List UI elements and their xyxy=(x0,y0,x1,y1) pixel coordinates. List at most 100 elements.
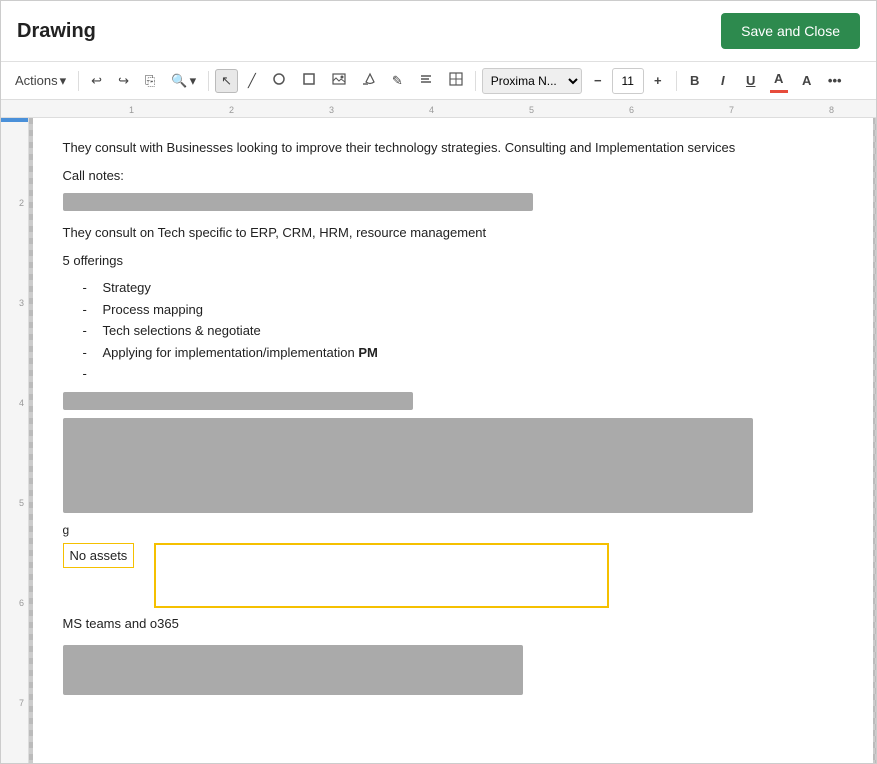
no-assets-badge: No assets xyxy=(63,543,135,569)
save-close-button[interactable]: Save and Close xyxy=(721,13,860,49)
window-title: Drawing xyxy=(17,20,96,43)
zoom-arrow: ▾ xyxy=(190,73,197,89)
rect-icon xyxy=(302,72,316,89)
redacted-bar-3 xyxy=(63,418,753,513)
title-bar: Drawing Save and Close xyxy=(1,1,876,62)
redacted-bar-1 xyxy=(63,193,533,211)
horizontal-ruler: 1 2 3 4 5 6 7 8 xyxy=(1,100,876,118)
main-area: 2 3 4 5 6 7 They consult with Businesses… xyxy=(1,118,876,763)
drawing-window: Drawing Save and Close Actions ▾ ↩ ↪ ⎘ 🔍… xyxy=(0,0,877,764)
toolbar-divider-1 xyxy=(78,71,79,91)
drawing-canvas: They consult with Businesses looking to … xyxy=(33,118,873,763)
underline-button[interactable]: U xyxy=(739,68,763,94)
yellow-bordered-box xyxy=(154,543,609,608)
ruler-mark-4: 4 xyxy=(429,105,434,115)
redo-button[interactable]: ↪ xyxy=(112,69,135,93)
offering-dash-3: - xyxy=(83,321,93,341)
text-color-button[interactable]: A xyxy=(767,68,791,94)
ruler-mark-5: 5 xyxy=(529,105,534,115)
more-options-button[interactable]: ••• xyxy=(823,68,847,94)
offering-item-4: - Applying for implementation/implementa… xyxy=(83,343,843,363)
offering-label-1: Strategy xyxy=(103,278,151,298)
image-tool-button[interactable] xyxy=(326,68,352,93)
toolbar-divider-4 xyxy=(676,71,677,91)
redo-icon: ↪ xyxy=(118,73,129,89)
v-ruler-mark-4: 4 xyxy=(19,398,24,408)
no-assets-row: No assets xyxy=(63,543,843,608)
rect-tool-button[interactable] xyxy=(296,68,322,93)
align-tool-button[interactable] xyxy=(413,68,439,93)
font-size-control: − + xyxy=(586,68,670,94)
ruler-highlight xyxy=(1,118,28,122)
ruler-marks: 1 2 3 4 5 6 7 8 xyxy=(29,100,876,117)
offering-label-3: Tech selections & negotiate xyxy=(103,321,261,341)
fill-tool-button[interactable] xyxy=(356,68,382,93)
canvas-content: They consult with Businesses looking to … xyxy=(33,118,873,723)
select-icon: ↖ xyxy=(221,73,232,89)
v-ruler-mark-5: 5 xyxy=(19,498,24,508)
paragraph-1: They consult with Businesses looking to … xyxy=(63,138,843,158)
toolbar: Actions ▾ ↩ ↪ ⎘ 🔍 ▾ ↖ ╱ xyxy=(1,62,876,100)
actions-menu-button[interactable]: Actions ▾ xyxy=(9,69,72,93)
offering-label-4: Applying for implementation/implementati… xyxy=(103,343,378,363)
font-size-input[interactable] xyxy=(612,68,644,94)
ms-teams-label: MS teams and o365 xyxy=(63,614,843,634)
undo-button[interactable]: ↩ xyxy=(85,69,108,93)
offerings-section: 5 offerings - Strategy - Process mapping… xyxy=(63,251,843,384)
actions-label: Actions xyxy=(15,73,58,88)
offering-dash-2: - xyxy=(83,300,93,320)
undo-icon: ↩ xyxy=(91,73,102,89)
ruler-mark-8: 8 xyxy=(829,105,834,115)
actions-arrow-icon: ▾ xyxy=(60,73,67,89)
offering-dash-4: - xyxy=(83,343,93,363)
table-icon xyxy=(449,72,463,89)
vertical-ruler: 2 3 4 5 6 7 xyxy=(1,118,29,763)
fill-icon xyxy=(362,72,376,89)
font-size-increase-button[interactable]: + xyxy=(646,68,670,94)
ruler-mark-2: 2 xyxy=(229,105,234,115)
image-icon xyxy=(332,72,346,89)
line-icon: ╱ xyxy=(248,73,256,89)
redacted-bar-4 xyxy=(63,645,523,695)
redacted-bar-2 xyxy=(63,392,413,410)
highlight-button[interactable]: A xyxy=(795,68,819,94)
v-ruler-mark-6: 6 xyxy=(19,598,24,608)
toolbar-divider-2 xyxy=(208,71,209,91)
v-ruler-mark-3: 3 xyxy=(19,298,24,308)
ruler-mark-7: 7 xyxy=(729,105,734,115)
pen-tool-button[interactable]: ✎ xyxy=(386,69,409,93)
copy-icon: ⎘ xyxy=(145,73,155,89)
bold-button[interactable]: B xyxy=(683,68,707,94)
canvas-area[interactable]: They consult with Businesses looking to … xyxy=(29,118,876,763)
offering-dash-5: - xyxy=(83,364,93,384)
font-family-selector[interactable]: Proxima N... xyxy=(482,68,582,94)
v-ruler-mark-2: 2 xyxy=(19,198,24,208)
shape-icon xyxy=(272,72,286,89)
offering-item-5: - xyxy=(83,364,843,384)
offering-dash: - xyxy=(83,278,93,298)
line-tool-button[interactable]: ╱ xyxy=(242,69,262,93)
zoom-button[interactable]: 🔍 ▾ xyxy=(165,69,202,93)
section-label: g xyxy=(63,521,843,539)
select-tool-button[interactable]: ↖ xyxy=(215,69,238,93)
paragraph-2: They consult on Tech specific to ERP, CR… xyxy=(63,223,843,243)
pen-icon: ✎ xyxy=(392,73,403,89)
offerings-title: 5 offerings xyxy=(63,251,843,271)
align-icon xyxy=(419,72,433,89)
offering-item-1: - Strategy xyxy=(83,278,843,298)
copy-button[interactable]: ⎘ xyxy=(139,69,161,93)
ruler-mark-6: 6 xyxy=(629,105,634,115)
italic-button[interactable]: I xyxy=(711,68,735,94)
call-notes-label: Call notes: xyxy=(63,166,843,186)
offering-item-2: - Process mapping xyxy=(83,300,843,320)
font-size-decrease-button[interactable]: − xyxy=(586,68,610,94)
table-tool-button[interactable] xyxy=(443,68,469,93)
offering-label-2: Process mapping xyxy=(103,300,203,320)
v-ruler-mark-7: 7 xyxy=(19,698,24,708)
shape-tool-button[interactable] xyxy=(266,68,292,93)
offering-item-3: - Tech selections & negotiate xyxy=(83,321,843,341)
zoom-icon: 🔍 xyxy=(171,73,187,89)
ruler-mark-3: 3 xyxy=(329,105,334,115)
toolbar-divider-3 xyxy=(475,71,476,91)
ruler-mark-1: 1 xyxy=(129,105,134,115)
